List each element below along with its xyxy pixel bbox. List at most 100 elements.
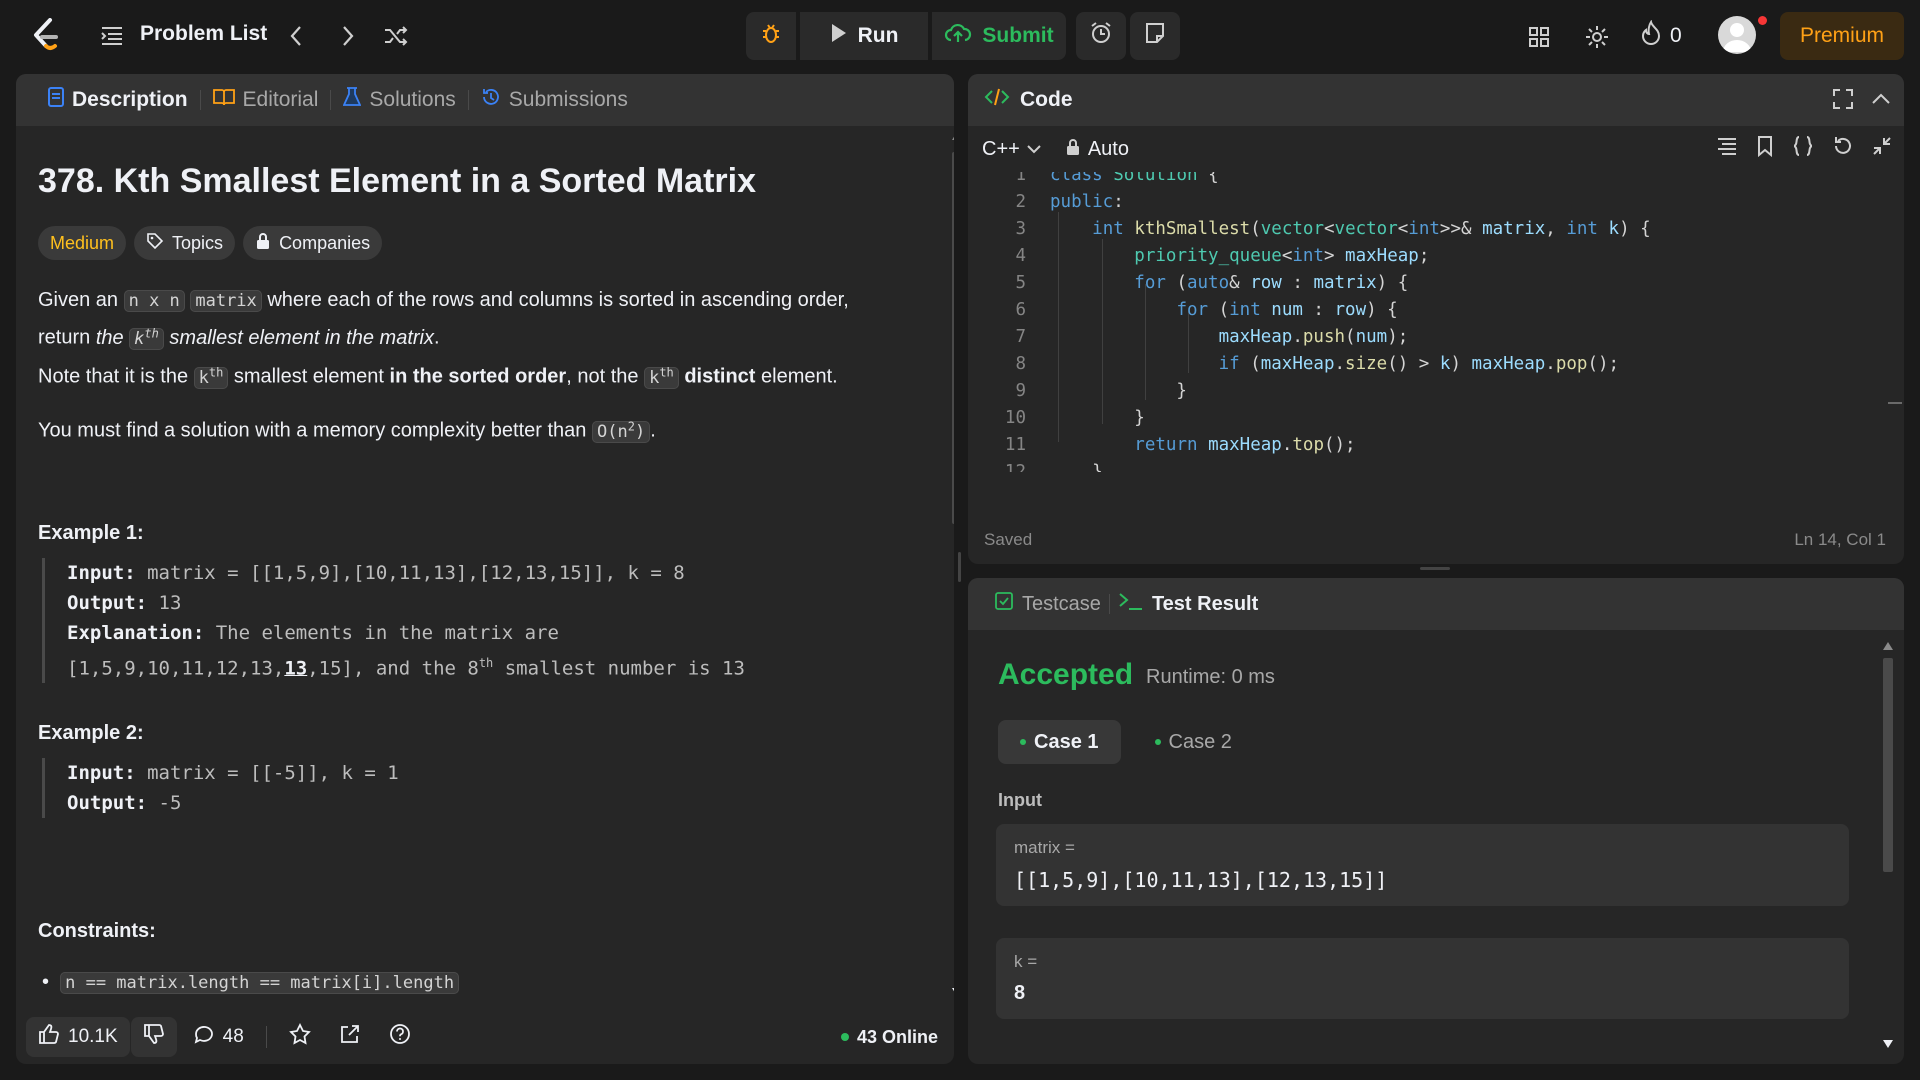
timer-button[interactable] [1076, 12, 1126, 60]
tab-submissions[interactable]: Submissions [469, 74, 640, 126]
code-editor[interactable]: 1 class Solution { 2 public: 3 int kthSmal… [968, 172, 1888, 472]
leetcode-logo-icon[interactable] [30, 16, 66, 56]
code-line: 9 } [1015, 381, 1187, 401]
problem-statement: Given an n x n matrix where each of the … [38, 284, 928, 355]
case-tab-2[interactable]: Case 2 [1133, 720, 1254, 764]
list-icon[interactable] [100, 24, 126, 48]
notes-button[interactable] [1130, 12, 1180, 60]
code-panel-title: Code [1020, 88, 1073, 111]
text: return [38, 326, 96, 349]
terminal-icon [1118, 591, 1144, 617]
description-scrollbar[interactable] [946, 126, 954, 1002]
chevron-up-icon[interactable] [1870, 88, 1892, 116]
code-line: 6 for (int num : row) { [1015, 300, 1398, 320]
tab-solutions[interactable]: Solutions [331, 74, 467, 126]
book-icon [212, 88, 235, 112]
text: . [650, 419, 656, 442]
fullscreen-icon[interactable] [1832, 88, 1854, 116]
problem-list-link[interactable]: Problem List [140, 22, 267, 46]
collapse-icon[interactable] [1872, 136, 1892, 162]
streak-counter[interactable]: 0 [1640, 19, 1682, 52]
tab-test-result[interactable]: Test Result [1110, 578, 1266, 630]
bookmark-icon[interactable] [1756, 135, 1774, 163]
online-count: 43 Online [856, 1026, 938, 1047]
star-icon [288, 1022, 311, 1051]
scroll-thumb[interactable] [952, 152, 954, 524]
format-icon[interactable] [1716, 136, 1738, 162]
tag-icon [146, 232, 164, 255]
flask-icon [343, 87, 362, 113]
example-2-heading: Example 2: [38, 722, 144, 744]
debug-button[interactable] [746, 12, 796, 60]
online-indicator: 43 Online [840, 1010, 938, 1064]
note-icon [1143, 21, 1167, 51]
scroll-thumb[interactable] [1883, 658, 1893, 872]
chevron-down-icon [1026, 138, 1042, 161]
tab-description[interactable]: Description [36, 74, 200, 126]
inline-code: O(n2) [591, 419, 651, 443]
auto-mode-toggle[interactable]: Auto [1066, 138, 1129, 161]
editor-scrollbar[interactable] [1888, 172, 1902, 472]
gear-icon[interactable] [1580, 20, 1614, 54]
tab-label: Testcase [1022, 592, 1101, 615]
input-matrix-box[interactable]: matrix = [[1,5,9],[10,11,13],[12,13,15]] [996, 824, 1849, 906]
test-scrollbar[interactable] [1878, 634, 1898, 1054]
description-tabs: Description Editorial Solutions Submissi… [16, 74, 954, 126]
comments-button[interactable]: 48 [181, 1017, 256, 1057]
braces-icon[interactable] [1792, 135, 1814, 163]
code-line: 12 } [1004, 462, 1103, 472]
description-footer: 10.1K 48 43 Online [16, 1010, 954, 1064]
reset-icon[interactable] [1832, 135, 1854, 163]
premium-button[interactable]: Premium [1780, 12, 1904, 60]
input-value: 8 [1014, 982, 1026, 1004]
share-icon [339, 1023, 361, 1051]
code-line: 5 for (auto& row : matrix) { [1015, 273, 1409, 293]
problem-note: Note that it is the kth smallest element… [38, 356, 928, 394]
topics-chip[interactable]: Topics [134, 226, 236, 260]
inline-code: matrix [190, 290, 262, 312]
difficulty-badge: Medium [38, 226, 127, 260]
dislike-button[interactable] [129, 1017, 177, 1057]
chevron-right-icon[interactable] [332, 20, 364, 52]
resize-handle-vertical[interactable] [958, 552, 961, 582]
notification-dot [1758, 16, 1767, 25]
tab-label: Solutions [369, 88, 456, 111]
constraints-heading: Constraints: [38, 920, 156, 942]
bold-text: in the sorted order [389, 365, 567, 388]
tab-testcase[interactable]: Testcase [986, 578, 1109, 630]
test-result-panel: Testcase Test Result Accepted Runtime: 0… [968, 578, 1904, 1064]
input-name: k = [1014, 952, 1038, 971]
input-k-box[interactable]: k = 8 [996, 938, 1849, 1019]
tab-editorial[interactable]: Editorial [201, 74, 331, 126]
avatar[interactable] [1718, 16, 1756, 54]
code-line: 7 maxHeap.push(num); [1015, 327, 1409, 347]
input-value: [[1,5,9],[10,11,13],[12,13,15]] [1014, 868, 1388, 892]
case-tab-1[interactable]: Case 1 [998, 720, 1121, 764]
chevron-left-icon[interactable] [280, 20, 312, 52]
code-panel: Code C++ Auto 1 class Solution { 2 public:… [968, 74, 1904, 564]
submit-label: Submit [982, 24, 1054, 47]
companies-chip[interactable]: Companies [243, 226, 383, 260]
tab-label: Editorial [242, 88, 319, 111]
submit-button[interactable]: Submit [932, 12, 1066, 60]
language-select[interactable]: C++ [982, 138, 1042, 161]
play-icon [830, 22, 848, 50]
share-button[interactable] [327, 1017, 373, 1057]
resize-handle-horizontal[interactable] [1420, 567, 1450, 570]
text: , not the [566, 365, 645, 388]
example-1-heading: Example 1: [38, 522, 144, 544]
input-heading: Input [998, 790, 1042, 810]
debug-icon [759, 21, 783, 51]
shuffle-icon[interactable] [380, 20, 412, 52]
favorite-button[interactable] [277, 1017, 323, 1057]
help-icon [389, 1023, 411, 1051]
test-tabs: Testcase Test Result [968, 578, 1904, 630]
layout-icon[interactable] [1522, 20, 1556, 54]
inline-code: n x n [123, 290, 185, 312]
help-button[interactable] [377, 1017, 423, 1057]
like-button[interactable]: 10.1K [26, 1017, 130, 1057]
like-count: 10.1K [68, 1026, 118, 1047]
code-line: 4 priority_queue<int> maxHeap; [1015, 246, 1430, 266]
run-button[interactable]: Run [800, 12, 928, 60]
flame-icon [1640, 19, 1662, 52]
